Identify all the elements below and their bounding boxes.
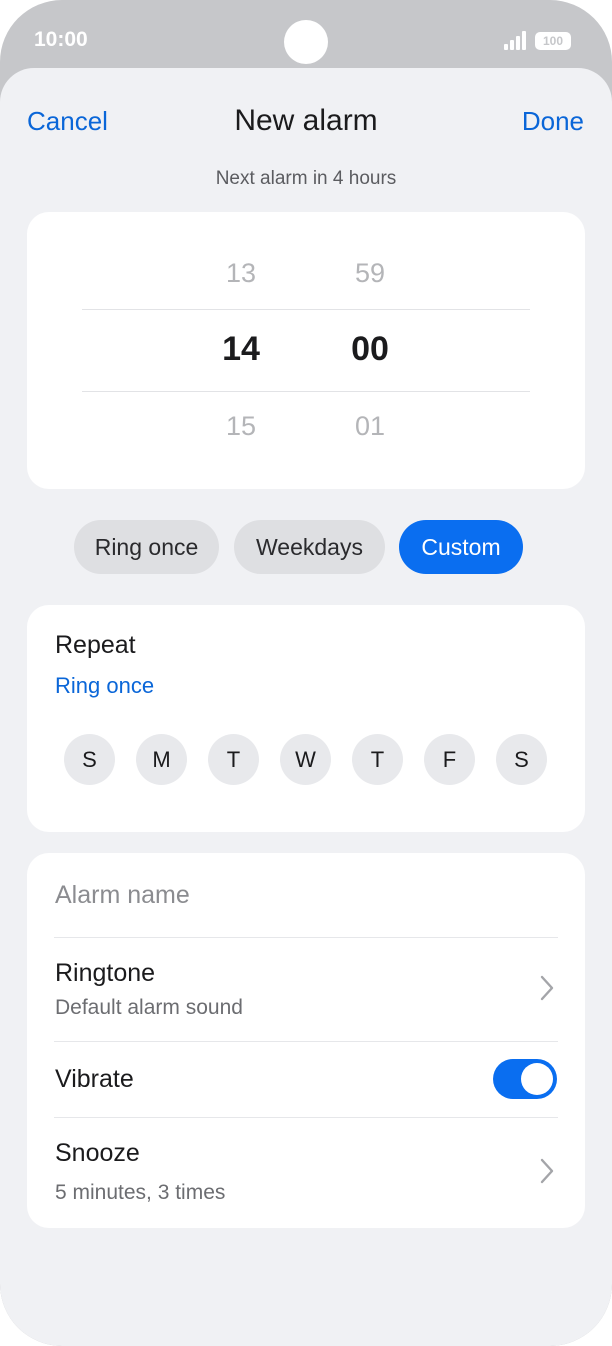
chip-ring-once[interactable]: Ring once: [74, 520, 219, 574]
chip-weekdays[interactable]: Weekdays: [234, 520, 385, 574]
minute-selected[interactable]: 00: [310, 330, 430, 369]
chevron-right-icon: [540, 1158, 554, 1184]
picker-divider-top: [82, 309, 530, 310]
day-friday[interactable]: F: [424, 734, 475, 785]
vibrate-toggle[interactable]: [493, 1059, 557, 1099]
ringtone-title: Ringtone: [55, 959, 156, 987]
repeat-value: Ring once: [55, 673, 155, 698]
snooze-value: 5 minutes, 3 times: [55, 1181, 226, 1204]
minute-next[interactable]: 01: [310, 411, 430, 442]
done-button[interactable]: Done: [522, 106, 584, 137]
day-sunday[interactable]: S: [64, 734, 115, 785]
alarm-editor-screen: New alarm Cancel Done Next alarm in 4 ho…: [0, 68, 612, 1346]
alarm-name-input[interactable]: Alarm name: [55, 881, 190, 910]
chevron-right-icon: [540, 975, 554, 1001]
day-thursday[interactable]: T: [352, 734, 403, 785]
vibrate-title: Vibrate: [55, 1065, 134, 1093]
hour-prev[interactable]: 13: [181, 258, 301, 289]
cancel-button[interactable]: Cancel: [27, 106, 108, 137]
repeat-card: Repeat Ring once S M T W T F S: [27, 605, 585, 832]
hour-selected[interactable]: 14: [181, 330, 301, 369]
battery-icon: 100: [535, 32, 571, 50]
hour-next[interactable]: 15: [181, 411, 301, 442]
status-time: 10:00: [34, 28, 88, 51]
phone-frame: 10:00 100 New alarm Cancel Done Next ala…: [0, 0, 612, 1346]
toggle-knob: [521, 1063, 553, 1095]
day-saturday[interactable]: S: [496, 734, 547, 785]
snooze-title: Snooze: [55, 1139, 140, 1167]
chip-custom[interactable]: Custom: [399, 520, 523, 574]
day-monday[interactable]: M: [136, 734, 187, 785]
divider: [54, 1041, 558, 1042]
minute-prev[interactable]: 59: [310, 258, 430, 289]
divider: [54, 1117, 558, 1118]
signal-icon: [504, 30, 528, 50]
settings-card: Alarm name Ringtone Default alarm sound …: [27, 853, 585, 1228]
time-picker[interactable]: 13 59 14 00 15 01: [27, 212, 585, 489]
day-tuesday[interactable]: T: [208, 734, 259, 785]
next-alarm-info: Next alarm in 4 hours: [215, 168, 397, 189]
day-wednesday[interactable]: W: [280, 734, 331, 785]
picker-divider-bottom: [82, 391, 530, 392]
repeat-title: Repeat: [55, 631, 136, 659]
divider: [54, 937, 558, 938]
front-camera-icon: [284, 20, 328, 64]
ringtone-value: Default alarm sound: [55, 996, 243, 1019]
